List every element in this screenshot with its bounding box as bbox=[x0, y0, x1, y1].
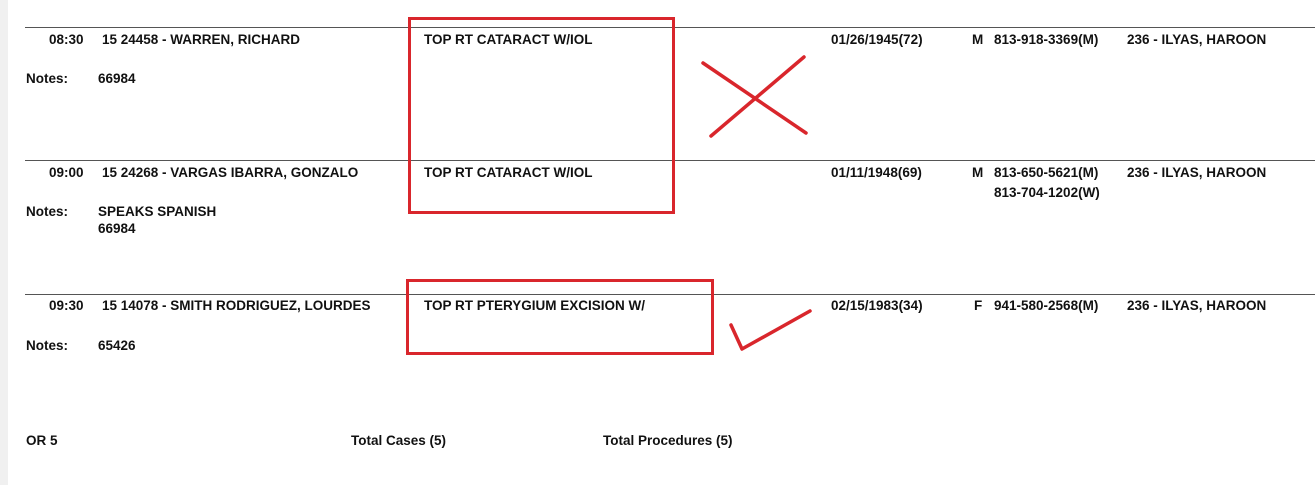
patient-name: 15 14078 - SMITH RODRIGUEZ, LOURDES bbox=[102, 298, 371, 313]
highlight-box bbox=[406, 279, 714, 355]
total-cases: Total Cases (5) bbox=[351, 433, 447, 448]
appointment-time: 08:30 bbox=[49, 32, 84, 47]
provider: 236 - ILYAS, HAROON bbox=[1127, 298, 1267, 313]
sex: F bbox=[974, 298, 983, 313]
note-line: 66984 bbox=[98, 71, 136, 86]
date-of-birth: 02/15/1983(34) bbox=[831, 298, 923, 313]
date-of-birth: 01/26/1945(72) bbox=[831, 32, 923, 47]
operating-room: OR 5 bbox=[26, 433, 58, 448]
total-procedures: Total Procedures (5) bbox=[603, 433, 733, 448]
appointment-time: 09:00 bbox=[49, 165, 84, 180]
note-line: 66984 bbox=[98, 221, 136, 236]
phone: 813-704-1202(W) bbox=[994, 185, 1100, 200]
schedule-page: 08:30 15 24458 - WARREN, RICHARD TOP RT … bbox=[8, 0, 1315, 485]
notes-label: Notes: bbox=[26, 338, 69, 353]
highlight-box bbox=[408, 17, 675, 214]
notes-label: Notes: bbox=[26, 71, 69, 86]
date-of-birth: 01/11/1948(69) bbox=[831, 165, 922, 180]
phone: 813-918-3369(M) bbox=[994, 32, 1099, 47]
provider: 236 - ILYAS, HAROON bbox=[1127, 165, 1267, 180]
patient-name: 15 24458 - WARREN, RICHARD bbox=[102, 32, 301, 47]
appointment-time: 09:30 bbox=[49, 298, 84, 313]
notes-label: Notes: bbox=[26, 204, 69, 219]
phone: 813-650-5621(M) bbox=[994, 165, 1099, 180]
provider: 236 - ILYAS, HAROON bbox=[1127, 32, 1267, 47]
sex: M bbox=[972, 32, 984, 47]
patient-name: 15 24268 - VARGAS IBARRA, GONZALO bbox=[102, 165, 359, 180]
note-line: SPEAKS SPANISH bbox=[98, 204, 217, 219]
phone: 941-580-2568(M) bbox=[994, 298, 1099, 313]
note-line: 65426 bbox=[98, 338, 136, 353]
sex: M bbox=[972, 165, 984, 180]
